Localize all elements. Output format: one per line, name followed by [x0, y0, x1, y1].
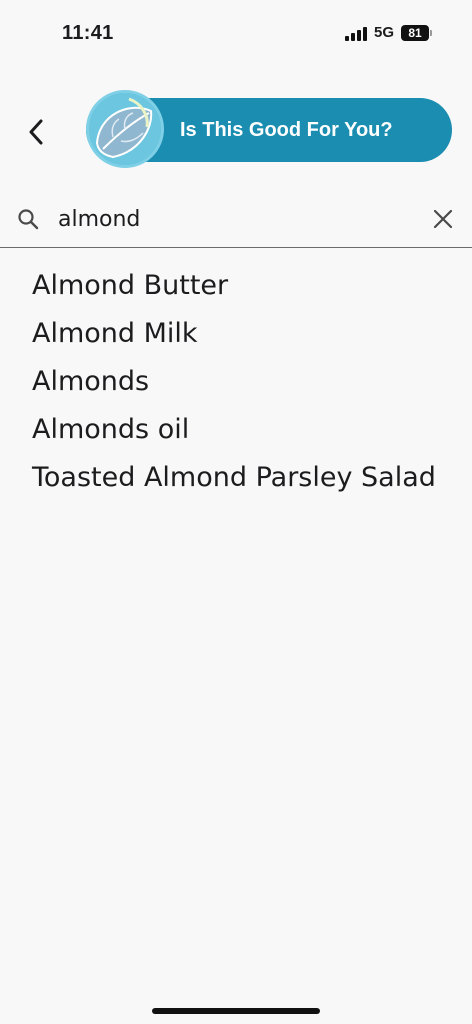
network-label: 5G [373, 24, 394, 41]
battery-icon: 81 [401, 24, 432, 41]
signal-icon [344, 25, 367, 41]
search-icon [18, 209, 39, 230]
list-item[interactable]: Toasted Almond Parsley Salad [32, 454, 452, 502]
status-time: 11:41 [62, 22, 114, 44]
app-screen: 11:41 5G 81 Is This Good For You? almond… [0, 0, 472, 1024]
list-item[interactable]: Almond Butter [32, 262, 452, 310]
home-indicator[interactable] [152, 1008, 320, 1014]
battery-level: 81 [401, 24, 429, 41]
page-title: Is This Good For You? [180, 119, 393, 141]
list-item[interactable]: Almonds [32, 358, 452, 406]
list-item[interactable]: Almond Milk [32, 310, 452, 358]
search-bar [0, 190, 472, 248]
results-list: Almond Butter Almond Milk Almonds Almond… [32, 262, 452, 502]
chevron-left-icon [29, 119, 43, 145]
status-bar: 11:41 5G 81 [0, 0, 472, 70]
close-icon[interactable] [430, 206, 456, 232]
search-input[interactable] [58, 202, 398, 236]
app-logo [86, 90, 164, 168]
back-button[interactable] [18, 112, 54, 152]
status-indicators: 5G 81 [344, 24, 432, 41]
list-item[interactable]: Almonds oil [32, 406, 452, 454]
